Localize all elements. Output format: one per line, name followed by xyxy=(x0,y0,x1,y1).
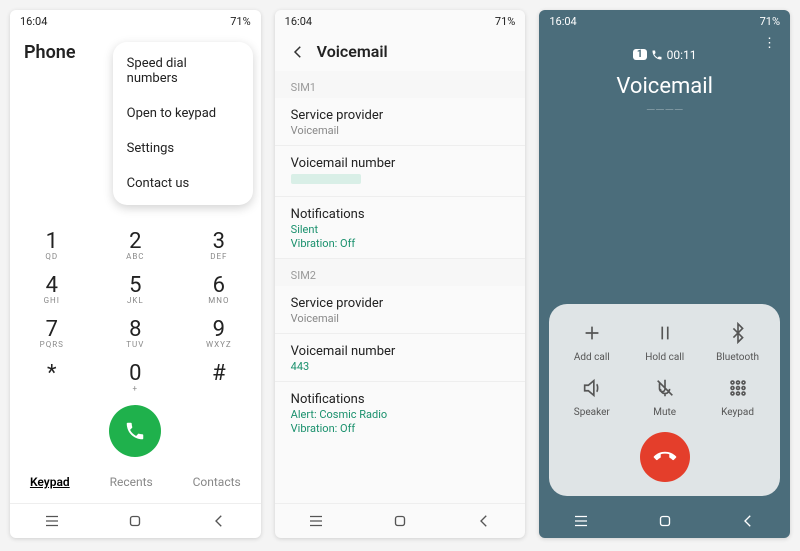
key-3[interactable]: 3DEF xyxy=(189,229,249,261)
nav-bar xyxy=(539,504,790,538)
sim1-service-provider[interactable]: Service providerVoicemail xyxy=(275,98,526,146)
keypad-button[interactable]: Keypad xyxy=(706,377,770,418)
sim2-notifications[interactable]: NotificationsAlert: Cosmic RadioVibratio… xyxy=(275,382,526,443)
sim-indicator: 1 00:11 xyxy=(633,48,697,62)
key-hash[interactable]: # xyxy=(189,361,249,393)
status-bar: 16:04 71% xyxy=(10,10,261,32)
tab-recents[interactable]: Recents xyxy=(110,475,153,489)
nav-recents-icon[interactable] xyxy=(307,512,325,530)
nav-back-icon[interactable] xyxy=(210,512,228,530)
key-0[interactable]: 0+ xyxy=(105,361,165,393)
redacted-number xyxy=(291,174,361,184)
nav-bar xyxy=(275,503,526,538)
caller-number-redacted: ———— xyxy=(539,103,790,117)
phone-app-screen: 16:04 71% Phone Speed dial numbers Open … xyxy=(10,10,261,538)
key-4[interactable]: 4GHI xyxy=(22,273,82,305)
call-timer: 00:11 xyxy=(667,48,697,62)
nav-recents-icon[interactable] xyxy=(572,512,590,530)
menu-contact-us[interactable]: Contact us xyxy=(113,166,253,201)
menu-open-keypad[interactable]: Open to keypad xyxy=(113,96,253,131)
sim2-voicemail-number[interactable]: Voicemail number443 xyxy=(275,334,526,382)
app-title: Phone xyxy=(24,42,76,63)
key-6[interactable]: 6MNO xyxy=(189,273,249,305)
caller-name: Voicemail xyxy=(539,74,790,99)
sim2-service-provider[interactable]: Service providerVoicemail xyxy=(275,286,526,334)
mute-button[interactable]: Mute xyxy=(633,377,697,418)
bluetooth-button[interactable]: Bluetooth xyxy=(706,322,770,363)
tab-contacts[interactable]: Contacts xyxy=(193,475,241,489)
status-icons: 71% xyxy=(495,15,515,28)
nav-back-icon[interactable] xyxy=(739,512,757,530)
end-call-button[interactable] xyxy=(640,432,690,482)
speaker-button[interactable]: Speaker xyxy=(560,377,624,418)
clock: 16:04 xyxy=(20,15,47,28)
key-star[interactable]: * xyxy=(22,361,82,393)
status-icons: 71% xyxy=(760,15,780,28)
sim1-notifications[interactable]: NotificationsSilentVibration: Off xyxy=(275,197,526,259)
clock: 16:04 xyxy=(549,15,576,28)
nav-recents-icon[interactable] xyxy=(43,512,61,530)
voicemail-settings-screen: 16:04 71% Voicemail SIM1 Service provide… xyxy=(275,10,526,538)
key-7[interactable]: 7PQRS xyxy=(22,317,82,349)
key-2[interactable]: 2ABC xyxy=(105,229,165,261)
call-actions-panel: Add call Hold call Bluetooth Speaker Mut… xyxy=(549,304,780,496)
dial-button[interactable] xyxy=(109,405,161,457)
add-call-button[interactable]: Add call xyxy=(560,322,624,363)
nav-bar xyxy=(10,503,261,538)
nav-home-icon[interactable] xyxy=(391,512,409,530)
nav-back-icon[interactable] xyxy=(475,512,493,530)
call-info: ⋮ 1 00:11 Voicemail ———— xyxy=(539,32,790,117)
nav-home-icon[interactable] xyxy=(126,512,144,530)
header: Voicemail xyxy=(275,32,526,71)
nav-home-icon[interactable] xyxy=(656,512,674,530)
bottom-tabs: Keypad Recents Contacts xyxy=(10,469,261,497)
key-1[interactable]: 1QD xyxy=(22,229,82,261)
phone-icon xyxy=(124,420,146,442)
status-bar: 16:04 71% xyxy=(539,10,790,32)
sim2-header: SIM2 xyxy=(275,259,526,286)
sim1-header: SIM1 xyxy=(275,71,526,98)
overflow-menu: Speed dial numbers Open to keypad Settin… xyxy=(113,42,253,205)
tab-keypad[interactable]: Keypad xyxy=(30,475,70,489)
key-8[interactable]: 8TUV xyxy=(105,317,165,349)
status-bar: 16:04 71% xyxy=(275,10,526,32)
menu-settings[interactable]: Settings xyxy=(113,131,253,166)
page-title: Voicemail xyxy=(317,42,388,61)
key-9[interactable]: 9WXYZ xyxy=(189,317,249,349)
keypad: 1QD 2ABC 3DEF 4GHI 5JKL 6MNO 7PQRS 8TUV … xyxy=(10,219,261,503)
key-5[interactable]: 5JKL xyxy=(105,273,165,305)
sim1-voicemail-number[interactable]: Voicemail number xyxy=(275,146,526,197)
phone-icon xyxy=(651,49,663,61)
hold-call-button[interactable]: Hold call xyxy=(633,322,697,363)
in-call-screen: 16:04 71% ⋮ 1 00:11 Voicemail ———— Add c… xyxy=(539,10,790,538)
clock: 16:04 xyxy=(285,15,312,28)
back-icon[interactable] xyxy=(289,43,307,61)
hangup-icon xyxy=(649,441,680,472)
status-icons: 71% xyxy=(230,15,250,28)
more-icon[interactable]: ⋮ xyxy=(763,36,776,51)
menu-speed-dial[interactable]: Speed dial numbers xyxy=(113,46,253,96)
